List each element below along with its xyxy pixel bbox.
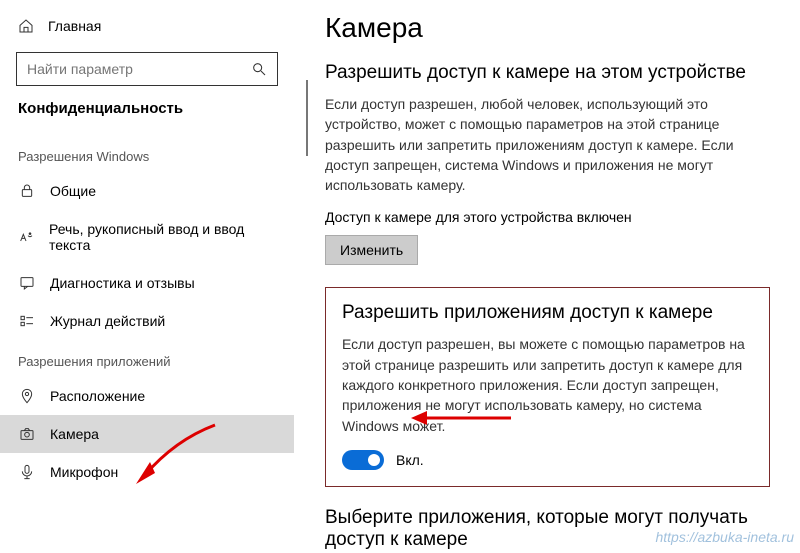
nav-label: Микрофон <box>50 464 118 480</box>
activity-icon <box>18 313 36 329</box>
choose-apps-heading: Выберите приложения, которые могут получ… <box>325 507 770 551</box>
settings-sidebar: Главная Конфиденциальность Разрешения Wi… <box>0 0 295 553</box>
microphone-icon <box>18 464 36 480</box>
home-nav[interactable]: Главная <box>0 10 294 42</box>
search-icon <box>241 61 277 77</box>
change-button[interactable]: Изменить <box>325 235 418 265</box>
section2-heading: Разрешить приложениям доступ к камере <box>342 302 753 324</box>
nav-camera[interactable]: Камера <box>0 415 294 453</box>
device-access-status: Доступ к камере для этого устройства вкл… <box>325 209 770 225</box>
nav-label: Диагностика и отзывы <box>50 275 195 291</box>
nav-diagnostics[interactable]: Диагностика и отзывы <box>0 264 294 302</box>
nav-general[interactable]: Общие <box>0 172 294 210</box>
group-label-apps: Разрешения приложений <box>0 340 294 377</box>
camera-icon <box>18 426 36 442</box>
home-label: Главная <box>48 18 101 34</box>
nav-label: Речь, рукописный ввод и ввод текста <box>49 221 276 253</box>
feedback-icon <box>18 275 36 291</box>
toggle-state-label: Вкл. <box>396 452 424 468</box>
content-pane: Камера Разрешить доступ к камере на этом… <box>295 0 800 553</box>
apps-access-toggle[interactable] <box>342 450 384 470</box>
home-icon <box>18 18 34 34</box>
location-icon <box>18 388 36 404</box>
allow-apps-section: Разрешить приложениям доступ к камере Ес… <box>325 287 770 486</box>
nav-speech[interactable]: Речь, рукописный ввод и ввод текста <box>0 210 294 264</box>
nav-label: Камера <box>50 426 99 442</box>
nav-microphone[interactable]: Микрофон <box>0 453 294 491</box>
group-label-windows: Разрешения Windows <box>0 135 294 172</box>
nav-label: Общие <box>50 183 96 199</box>
scroll-indicator <box>306 80 308 156</box>
search-input[interactable] <box>17 61 241 77</box>
lock-icon <box>18 183 36 199</box>
nav-activity[interactable]: Журнал действий <box>0 302 294 340</box>
search-box[interactable] <box>16 52 278 86</box>
nav-label: Журнал действий <box>50 313 165 329</box>
nav-label: Расположение <box>50 388 145 404</box>
section1-heading: Разрешить доступ к камере на этом устрой… <box>325 62 770 84</box>
nav-location[interactable]: Расположение <box>0 377 294 415</box>
section2-description: Если доступ разрешен, вы можете с помощь… <box>342 334 753 435</box>
sidebar-category-title: Конфиденциальность <box>0 100 294 135</box>
section1-description: Если доступ разрешен, любой человек, исп… <box>325 94 770 195</box>
page-title: Камера <box>325 12 770 44</box>
speech-icon <box>18 229 35 245</box>
